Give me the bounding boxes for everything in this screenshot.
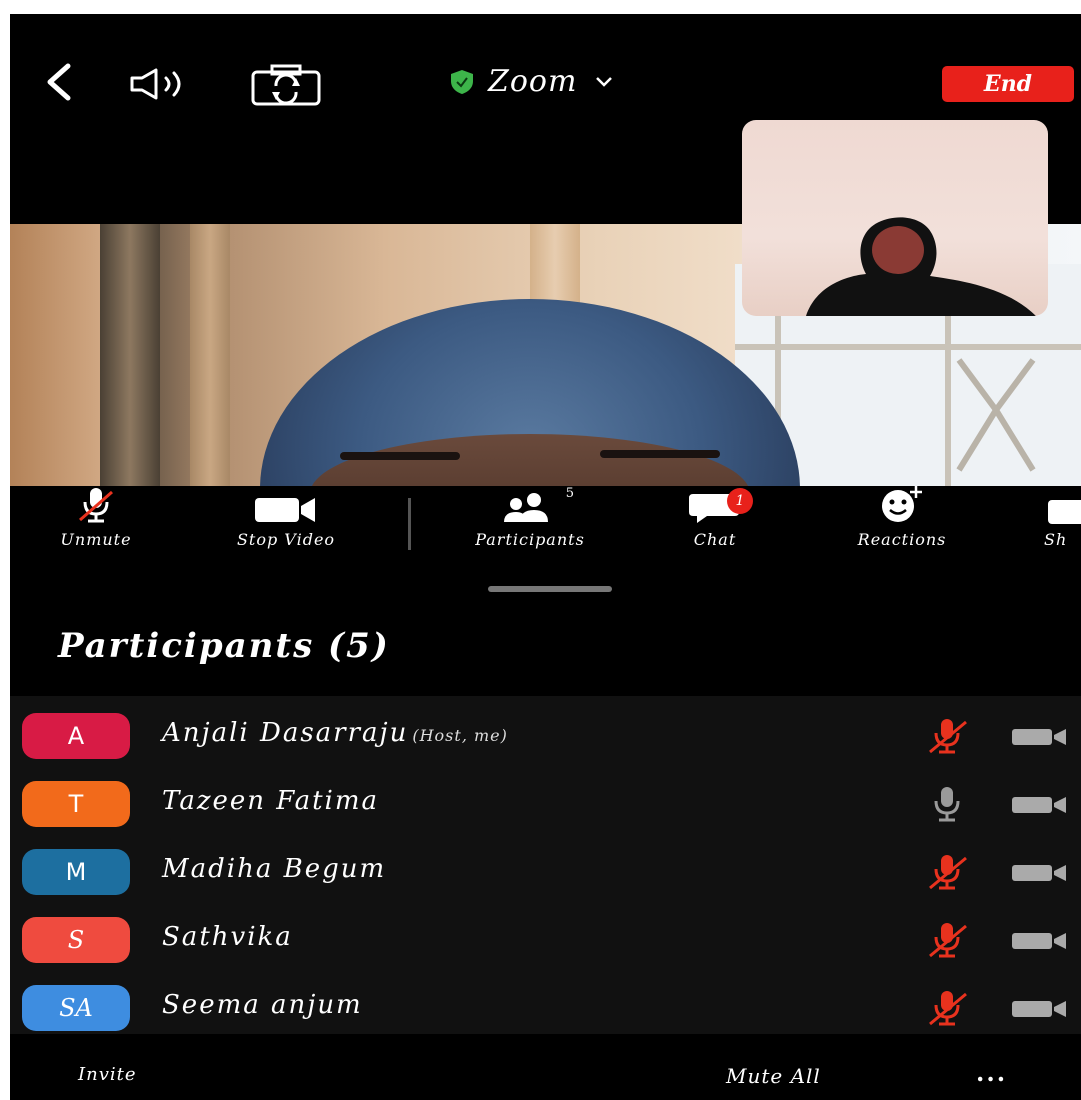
- participants-icon: [504, 493, 548, 522]
- participant-name: Tazeen Fatima: [162, 786, 379, 816]
- muted-mic-icon[interactable]: [926, 988, 968, 1028]
- participant-name-text: Tazeen Fatima: [162, 786, 380, 816]
- unmute-button[interactable]: Unmute: [46, 486, 146, 549]
- participants-count: 5: [565, 486, 574, 501]
- curtain-fold: [190, 224, 230, 486]
- window-grill: [956, 358, 1036, 472]
- meeting-title[interactable]: Zoom: [450, 64, 613, 99]
- reactions-label: Reactions: [857, 530, 947, 549]
- muted-mic-icon[interactable]: [926, 852, 968, 892]
- video-camera-icon: [255, 498, 315, 522]
- participant-name-text: Sathvika: [162, 922, 293, 952]
- toolbar-divider: [408, 498, 411, 550]
- curtain-fold: [100, 224, 160, 486]
- participant-row[interactable]: T Tazeen Fatima: [10, 772, 1081, 834]
- share-screen-icon: [1048, 500, 1081, 524]
- reaction-smiley-icon: [882, 486, 922, 522]
- self-view-person: [806, 217, 1036, 316]
- mic-icon[interactable]: [926, 784, 968, 824]
- meeting-toolbar: Unmute Stop Video 5 Participants 1 Chat …: [10, 486, 1081, 566]
- chevron-down-icon: [596, 76, 613, 87]
- chat-label: Chat: [693, 530, 737, 549]
- video-camera-icon[interactable]: [1010, 862, 1081, 884]
- drag-handle[interactable]: [488, 586, 612, 592]
- participant-row[interactable]: M Madiha Begum: [10, 840, 1081, 902]
- participant-name-text: Madiha Begum: [162, 854, 387, 884]
- mute-all-button[interactable]: Mute All: [726, 1064, 821, 1088]
- speaker-icon[interactable]: [128, 66, 198, 102]
- chat-button[interactable]: 1 Chat: [670, 486, 760, 549]
- more-options-button[interactable]: ...: [976, 1058, 1007, 1087]
- meeting-title-text: Zoom: [488, 64, 578, 99]
- participant-name-text: Anjali Dasarraju: [162, 718, 409, 748]
- speaker-brow: [340, 452, 460, 460]
- back-arrow-icon[interactable]: [40, 62, 80, 102]
- participant-row[interactable]: S Sathvika: [10, 908, 1081, 970]
- end-button[interactable]: End: [942, 66, 1074, 102]
- participant-name: Madiha Begum: [162, 854, 386, 884]
- avatar: M: [22, 849, 130, 895]
- chat-badge: 1: [727, 488, 753, 514]
- participants-footer: Invite Mute All ...: [10, 1054, 1081, 1100]
- avatar: T: [22, 781, 130, 827]
- participant-row[interactable]: SA Seema anjum: [10, 976, 1081, 1038]
- avatar: A: [22, 713, 130, 759]
- participant-name: Sathvika: [162, 922, 293, 952]
- unmute-label: Unmute: [60, 530, 132, 549]
- invite-button[interactable]: Invite: [78, 1064, 137, 1085]
- participant-name: Seema anjum: [162, 990, 363, 1020]
- share-button[interactable]: Sh: [1044, 486, 1081, 549]
- video-camera-icon[interactable]: [1010, 794, 1081, 816]
- participant-role: (Host, me): [412, 726, 508, 745]
- participant-name: Anjali Dasarraju (Host, me): [162, 718, 508, 748]
- reactions-button[interactable]: Reactions: [822, 486, 982, 549]
- video-camera-icon[interactable]: [1010, 726, 1081, 748]
- switch-camera-icon[interactable]: [250, 64, 322, 106]
- muted-mic-icon[interactable]: [926, 716, 968, 756]
- muted-mic-icon: [79, 488, 113, 523]
- participants-button[interactable]: 5 Participants: [438, 486, 622, 549]
- video-camera-icon[interactable]: [1010, 998, 1081, 1020]
- participants-list: A Anjali Dasarraju (Host, me) T Tazeen Fa…: [10, 696, 1081, 1034]
- avatar: S: [22, 917, 130, 963]
- participant-row[interactable]: A Anjali Dasarraju (Host, me): [10, 704, 1081, 766]
- stop-video-label: Stop Video: [236, 530, 336, 549]
- stop-video-button[interactable]: Stop Video: [206, 486, 366, 549]
- video-camera-icon[interactable]: [1010, 930, 1081, 952]
- muted-mic-icon[interactable]: [926, 920, 968, 960]
- participants-panel-title: Participants (5): [58, 626, 390, 666]
- avatar: SA: [22, 985, 130, 1031]
- participants-label: Participants: [475, 530, 585, 549]
- self-view-video[interactable]: [742, 120, 1048, 316]
- zoom-meeting-screen: Zoom End Unmute Stop Video 5 Participant…: [10, 14, 1081, 1100]
- share-label: Sh: [1044, 530, 1068, 549]
- participant-name-text: Seema anjum: [162, 990, 363, 1020]
- shield-icon: [451, 69, 473, 94]
- speaker-brow: [600, 450, 720, 458]
